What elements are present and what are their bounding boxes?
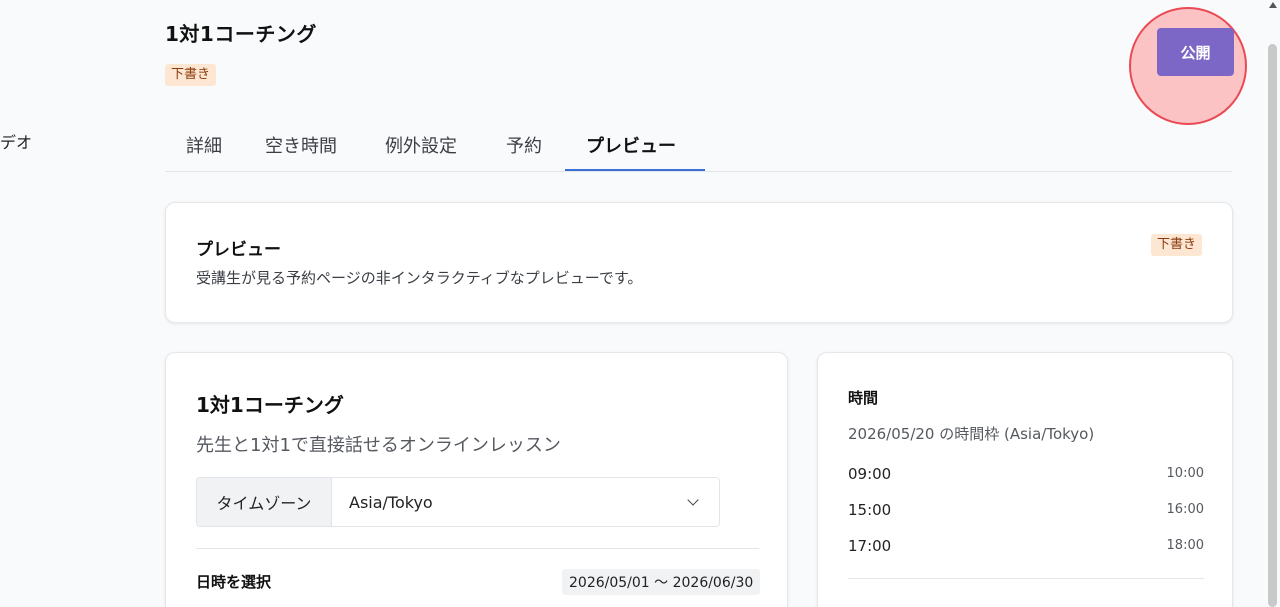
timezone-field: タイムゾーン Asia/Tokyo: [196, 477, 720, 527]
timezone-value: Asia/Tokyo: [349, 492, 433, 512]
slot-end: 10:00: [1166, 466, 1204, 481]
scroll-up-arrow-icon[interactable]: [1269, 2, 1277, 8]
publish-button[interactable]: 公開: [1157, 28, 1234, 76]
tab-details[interactable]: 詳細: [186, 132, 222, 158]
status-badge: 下書き: [165, 64, 217, 86]
slot-start: 09:00: [848, 465, 892, 483]
time-slots-card: 時間 2026/05/20 の時間枠 (Asia/Tokyo) 09:00 10…: [817, 352, 1233, 607]
slot-end: 16:00: [1166, 502, 1204, 517]
tab-preview[interactable]: プレビュー: [586, 132, 676, 158]
timezone-select[interactable]: Asia/Tokyo: [332, 478, 719, 526]
active-tab-indicator: [565, 169, 705, 171]
slot-start: 15:00: [848, 501, 892, 519]
slot-start: 17:00: [848, 537, 892, 555]
tab-availability[interactable]: 空き時間: [265, 132, 337, 158]
date-select-label: 日時を選択: [196, 573, 272, 591]
preview-card-title: プレビュー: [196, 240, 281, 260]
timezone-label: タイムゾーン: [197, 478, 332, 526]
preview-status-badge: 下書き: [1150, 234, 1202, 256]
scrollbar-thumb[interactable]: [1268, 44, 1277, 607]
chevron-down-icon: [687, 494, 699, 506]
preview-info-card: プレビュー 受講生が見る予約ページの非インタラクティブなプレビューです。 下書き: [165, 202, 1233, 323]
sidebar-item-partial[interactable]: デオ: [0, 129, 32, 153]
tab-bookings[interactable]: 予約: [506, 132, 542, 158]
time-card-subtitle: 2026/05/20 の時間枠 (Asia/Tokyo): [848, 425, 1095, 443]
page-title: 1対1コーチング: [165, 22, 317, 46]
tab-bar: 詳細 空き時間 例外設定 予約 プレビュー: [165, 118, 1232, 172]
time-slot[interactable]: 15:00 16:00: [848, 501, 1204, 525]
divider: [196, 548, 759, 549]
course-title: 1対1コーチング: [196, 393, 344, 417]
preview-card-description: 受講生が見る予約ページの非インタラクティブなプレビューです。: [196, 269, 643, 287]
time-slot[interactable]: 09:00 10:00: [848, 465, 1204, 489]
date-range-badge: 2026/05/01 ～ 2026/06/30: [562, 569, 761, 595]
time-card-title: 時間: [848, 389, 879, 407]
time-slot[interactable]: 17:00 18:00: [848, 537, 1204, 561]
vertical-scrollbar[interactable]: [1265, 0, 1280, 607]
divider: [848, 578, 1204, 579]
course-preview-card: 1対1コーチング 先生と1対1で直接話せるオンラインレッスン タイムゾーン As…: [165, 352, 788, 607]
course-subtitle: 先生と1対1で直接話せるオンラインレッスン: [196, 435, 561, 456]
tab-exceptions[interactable]: 例外設定: [385, 132, 457, 158]
slot-end: 18:00: [1166, 538, 1204, 553]
